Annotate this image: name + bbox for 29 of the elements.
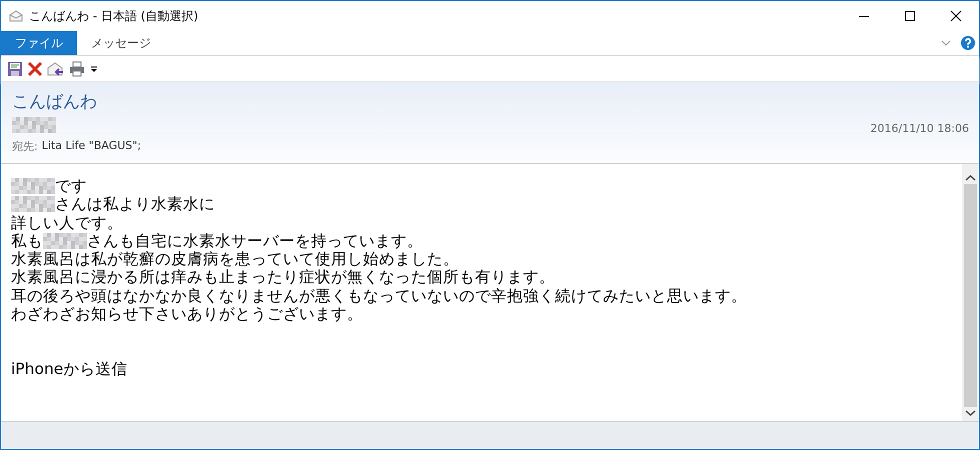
envelope-icon	[9, 10, 23, 22]
message-text: さんは私より水素水に	[55, 195, 215, 214]
message-text: 水素風呂は私が乾癬の皮膚病を患っていて使用し始めました。	[11, 250, 459, 268]
ribbon-tab[interactable]: ファイル	[1, 31, 77, 55]
help-icon[interactable]	[961, 36, 975, 50]
save-icon[interactable]	[7, 60, 23, 76]
delete-icon[interactable]	[27, 60, 43, 76]
chevron-down-icon[interactable]	[941, 40, 951, 46]
window-title: こんばんわ - 日本語 (自動選択)	[29, 8, 200, 24]
ribbon-tab[interactable]: メッセージ	[77, 31, 165, 55]
recipient-label: 宛先:	[12, 139, 38, 154]
message-text: iPhoneから送信	[11, 360, 128, 378]
message-text: 詳しい人です。	[11, 214, 123, 232]
dropdown-arrow-icon[interactable]	[89, 64, 99, 74]
message-text: 私も	[11, 232, 43, 250]
printer-icon[interactable]	[69, 60, 85, 76]
reply-envelope-icon[interactable]	[47, 60, 65, 76]
scrollbar[interactable]	[962, 164, 979, 421]
pixelated-block	[11, 196, 55, 212]
recipient: Lita Life "BAGUS";	[42, 139, 142, 154]
message-subject: こんばんわ	[12, 91, 98, 113]
message-text: 耳の後ろや頭はなかなか良くなりませんが悪くもなっていないので辛抱強く続けてみたいと思います。	[11, 286, 747, 306]
message-text: 水素風呂に浸かる所は痒みも止まったり症状が無くなった個所も有ります。	[11, 268, 555, 287]
message-text: わざわざお知らせ下さいありがとうございます。	[11, 305, 363, 324]
message-date: 2016/11/10 18:06	[870, 122, 969, 135]
pixelated-block	[43, 233, 87, 250]
message-text: さんも自宅に水素水サーバーを持っています。	[87, 232, 423, 250]
pixelated-block	[11, 178, 55, 194]
message-text: です	[55, 177, 87, 196]
